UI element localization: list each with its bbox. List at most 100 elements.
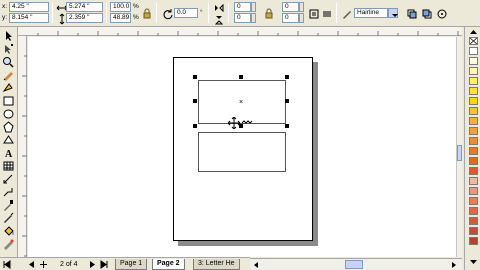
palette-swatch[interactable] [469, 47, 478, 55]
palette-swatch[interactable] [469, 177, 478, 185]
selection-handle-bottom-right[interactable] [285, 124, 289, 128]
horizontal-ruler[interactable] [18, 27, 462, 36]
palette-swatch[interactable] [469, 137, 478, 145]
move-cursor-icon [227, 116, 241, 130]
outline-width-dropdown-icon[interactable] [388, 8, 398, 18]
next-page-icon[interactable] [88, 260, 97, 269]
palette-swatch[interactable] [469, 97, 478, 105]
corner-bottom-right-input[interactable]: 0 [282, 13, 299, 23]
palette-swatch[interactable] [469, 67, 478, 75]
no-fill-icon[interactable] [469, 37, 478, 45]
palette-swatch[interactable] [469, 167, 478, 175]
page-tab-3[interactable]: 3: Letter He [193, 259, 240, 270]
horizontal-scroll-thumb[interactable] [345, 260, 363, 269]
selection-handle-right[interactable] [285, 99, 289, 103]
rotation-icon [161, 7, 173, 20]
width-input[interactable]: 5.274 " [66, 2, 103, 12]
scroll-right-icon[interactable] [450, 261, 458, 269]
scale-unit-y: % [133, 14, 139, 21]
mirror-horizontal-icon[interactable] [212, 1, 224, 13]
corner-top-left-input[interactable]: 0 [234, 2, 251, 12]
drawing-canvas[interactable]: × [28, 37, 456, 257]
basic-shapes-tool-icon[interactable] [2, 134, 15, 146]
text-tool-icon[interactable]: A [2, 147, 15, 159]
rectangle-shape[interactable] [198, 132, 286, 172]
zoom-tool-icon[interactable] [2, 56, 15, 68]
lock-ratio-icon[interactable] [140, 7, 152, 19]
eyedropper-tool-icon[interactable] [2, 199, 15, 211]
selection-handle-top-left[interactable] [193, 75, 197, 79]
palette-scroll-up-icon[interactable] [469, 29, 478, 35]
corner-bottom-left-spinner[interactable] [251, 13, 256, 23]
palette-swatch[interactable] [469, 157, 478, 165]
to-front-icon[interactable] [405, 7, 417, 19]
to-back-icon[interactable] [420, 7, 432, 19]
page-tab-1[interactable]: Page 1 [115, 259, 148, 270]
palette-swatch[interactable] [469, 147, 478, 155]
palette-swatch[interactable] [469, 87, 478, 95]
palette-swatch[interactable] [469, 57, 478, 65]
vertical-ruler[interactable] [18, 36, 27, 257]
palette-swatch[interactable] [469, 77, 478, 85]
horizontal-scrollbar[interactable] [250, 258, 462, 270]
scroll-left-icon[interactable] [252, 261, 260, 269]
interactive-fill-tool-icon[interactable] [2, 238, 15, 250]
connector-tool-icon[interactable] [2, 186, 15, 198]
shape-tool-icon[interactable] [2, 43, 15, 55]
scale-y-input[interactable]: 48.89 [110, 13, 131, 23]
round-corners-lock-icon[interactable] [262, 7, 274, 19]
palette-swatch[interactable] [469, 217, 478, 225]
convert-to-curves-icon[interactable] [435, 7, 447, 19]
corner-top-right-spinner[interactable] [299, 2, 304, 12]
vertical-scroll-thumb[interactable] [457, 145, 462, 161]
previous-page-icon[interactable] [27, 260, 36, 269]
x-position-input[interactable]: 4.25 " [9, 2, 49, 12]
corner-top-right-input[interactable]: 0 [282, 2, 299, 12]
rectangle-tool-icon[interactable] [2, 95, 15, 107]
palette-swatch[interactable] [469, 207, 478, 215]
selection-center-marker[interactable]: × [239, 99, 243, 106]
dimension-tool-icon[interactable] [2, 173, 15, 185]
freehand-tool-icon[interactable] [2, 69, 15, 81]
palette-swatch[interactable] [469, 127, 478, 135]
width-icon [55, 1, 68, 11]
height-input[interactable]: 2.359 " [66, 13, 103, 23]
add-page-before-icon[interactable] [39, 260, 48, 269]
smart-fill-tool-icon[interactable] [2, 82, 15, 94]
palette-scroll-down-icon[interactable] [469, 259, 478, 265]
palette-swatch[interactable] [469, 187, 478, 195]
corner-bottom-right-spinner[interactable] [299, 13, 304, 23]
selection-handle-left[interactable] [193, 99, 197, 103]
toolbox: A [0, 27, 18, 258]
last-page-icon[interactable] [100, 260, 109, 269]
corner-bottom-left-input[interactable]: 0 [234, 13, 251, 23]
first-page-icon[interactable] [2, 260, 11, 269]
selection-handle-top[interactable] [239, 75, 243, 79]
mirror-vertical-icon[interactable] [212, 13, 224, 25]
wrap-text-icon[interactable] [307, 7, 319, 19]
vertical-scrollbar[interactable] [456, 37, 462, 257]
pick-tool-icon[interactable] [2, 30, 15, 42]
selection-handle-bottom-left[interactable] [193, 124, 197, 128]
height-icon [55, 12, 65, 25]
outline-tool-icon[interactable] [2, 212, 15, 224]
palette-swatch[interactable] [469, 227, 478, 235]
polygon-tool-icon[interactable] [2, 121, 15, 133]
outline-width-select[interactable]: Hairline [354, 8, 388, 18]
scale-x-input[interactable]: 100.0 [110, 2, 131, 12]
fill-tool-icon[interactable] [2, 225, 15, 237]
page-count: 2 of 4 [60, 261, 78, 268]
palette-swatch[interactable] [469, 197, 478, 205]
palette-swatch[interactable] [469, 237, 478, 245]
rotation-input[interactable]: 0.0 [174, 8, 198, 18]
palette-swatch[interactable] [469, 117, 478, 125]
selection-handle-top-right[interactable] [285, 75, 289, 79]
text-wrap-dropdown-icon[interactable] [320, 7, 332, 19]
y-position-input[interactable]: 8.154 " [9, 13, 49, 23]
table-tool-icon[interactable] [2, 160, 15, 172]
page-tab-2[interactable]: Page 2 [152, 259, 185, 270]
palette-swatch[interactable] [469, 107, 478, 115]
ellipse-tool-icon[interactable] [2, 108, 15, 120]
scale-unit-x: % [133, 3, 139, 10]
corner-top-left-spinner[interactable] [251, 2, 256, 12]
